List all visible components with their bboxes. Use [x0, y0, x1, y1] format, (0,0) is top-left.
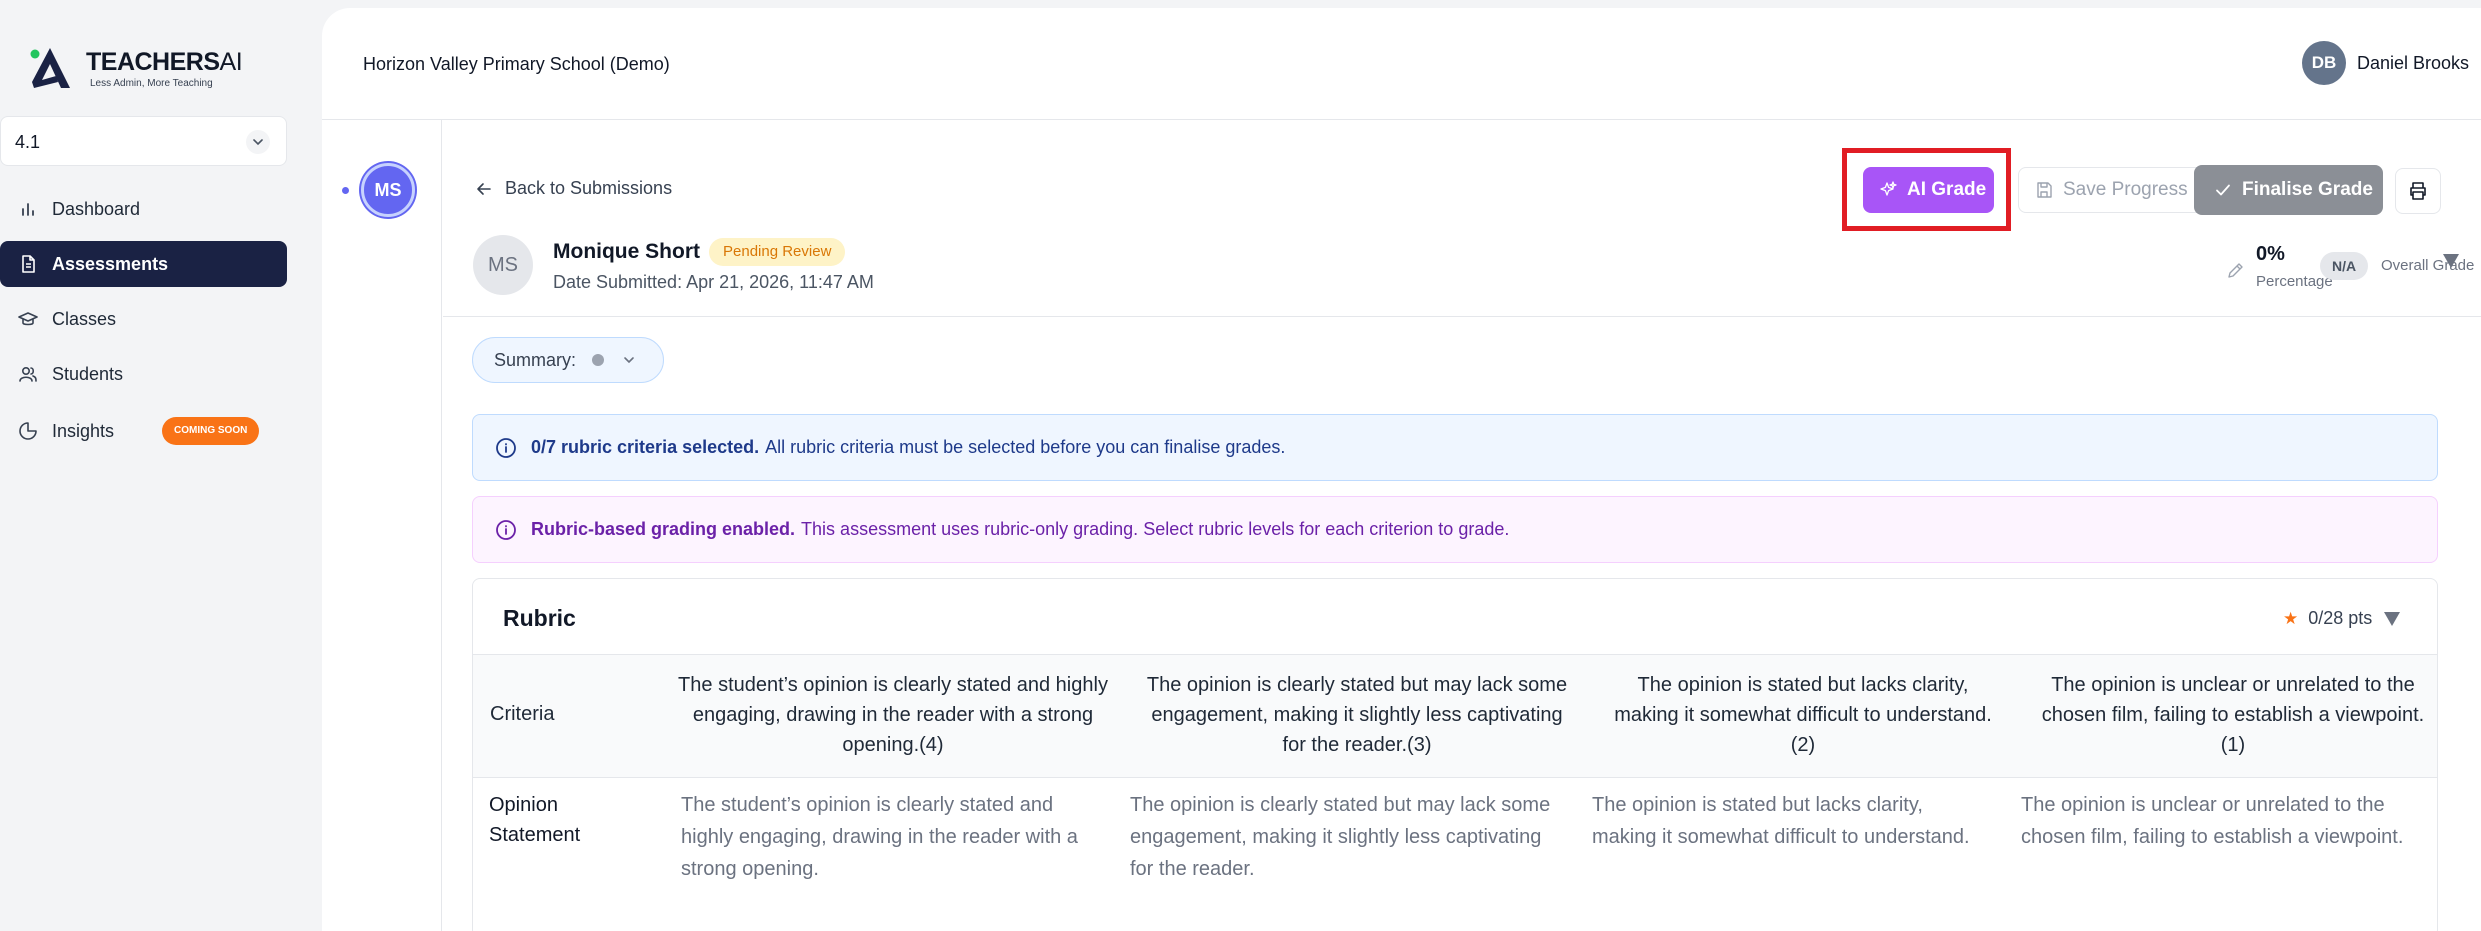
version-select[interactable]: 4.1 — [0, 116, 287, 166]
header-divider — [443, 316, 2481, 317]
info-icon — [496, 519, 516, 540]
status-badge: Pending Review — [709, 238, 846, 266]
main-panel: MS Back to Submissions AI Grade Save Pro… — [322, 120, 2481, 931]
student-avatar: MS — [473, 235, 533, 295]
user-name[interactable]: Daniel Brooks — [2357, 53, 2469, 74]
rubric-level-cell[interactable]: The opinion is stated but lacks clarity,… — [1592, 789, 1992, 853]
print-button[interactable] — [2395, 168, 2441, 214]
rubric-level-cell[interactable]: The opinion is unclear or unrelated to t… — [2021, 789, 2426, 853]
percentage-value: 0% — [2256, 243, 2285, 265]
sidebar-item-classes[interactable]: Classes — [0, 296, 287, 342]
rubric-title: Rubric — [503, 605, 576, 631]
graduation-cap-icon — [18, 312, 38, 326]
finalise-grade-button[interactable]: Finalise Grade — [2194, 165, 2383, 215]
coming-soon-badge: COMING SOON — [162, 417, 260, 445]
rubric-level-header: The opinion is unclear or unrelated to t… — [2041, 674, 2425, 756]
rubric-points: 0/28 pts — [2308, 608, 2373, 628]
rubric-alert-bold: Rubric-based grading enabled. — [531, 519, 796, 539]
rubric-level-header: The student’s opinion is clearly stated … — [678, 674, 1108, 756]
sidebar-item-label: Classes — [52, 309, 117, 329]
caret-down-icon[interactable] — [2443, 254, 2459, 268]
check-icon — [2216, 184, 2230, 196]
criteria-alert: 0/7 rubric criteria selected. All rubric… — [472, 414, 2438, 481]
printer-icon — [2410, 182, 2426, 200]
document-icon — [22, 255, 35, 273]
rubric-header-row: Criteria The student’s opinion is clearl… — [473, 654, 2437, 778]
submission-content: Back to Submissions AI Grade Save Progre… — [443, 120, 2481, 931]
school-name: Horizon Valley Primary School (Demo) — [363, 54, 670, 74]
teachers-ai-logo-icon — [30, 48, 70, 88]
floppy-disk-icon — [2037, 182, 2052, 198]
sidebar: TEACHERSAI Less Admin, More Teaching 4.1… — [0, 0, 322, 931]
overall-grade-label: Overall Grade — [2381, 257, 2475, 274]
rail-student-avatar[interactable]: MS — [361, 163, 415, 217]
rubric-level-cell[interactable]: The student’s opinion is clearly stated … — [681, 789, 1106, 885]
date-submitted: Date Submitted: Apr 21, 2026, 11:47 AM — [553, 272, 874, 292]
save-progress-label: Save Progress — [2063, 179, 2188, 200]
criterion-name: Opinion Statement — [489, 794, 581, 846]
caret-down-icon — [2384, 611, 2401, 626]
app-logo[interactable]: TEACHERSAI Less Admin, More Teaching — [26, 44, 266, 92]
summary-dropdown[interactable]: Summary: — [472, 337, 664, 383]
pie-chart-icon — [19, 422, 37, 440]
chevron-down-icon — [246, 130, 270, 154]
summary-status-dot — [592, 354, 605, 366]
rubric-alert-text: This assessment uses rubric-only grading… — [801, 519, 1510, 539]
ai-grade-button[interactable]: AI Grade — [1863, 167, 1994, 213]
back-to-submissions-link[interactable]: Back to Submissions — [475, 178, 672, 199]
sidebar-item-label: Insights — [52, 421, 115, 441]
sidebar-item-dashboard[interactable]: Dashboard — [0, 186, 287, 232]
rubric-level-header: The opinion is stated but lacks clarity,… — [1614, 674, 1992, 756]
sidebar-item-label: Students — [52, 364, 124, 384]
sidebar-item-insights[interactable]: Insights COMING SOON — [0, 408, 287, 454]
logo-title: TEACHERSAI — [86, 48, 243, 76]
rubric-panel: Rubric ★ 0/28 pts Criteria The student’s… — [472, 578, 2438, 931]
criteria-alert-text: All rubric criteria must be selected bef… — [765, 437, 1286, 457]
active-indicator — [342, 187, 349, 194]
summary-label: Summary: — [494, 349, 577, 370]
criteria-column-header: Criteria — [490, 703, 555, 725]
finalise-grade-label: Finalise Grade — [2242, 179, 2373, 200]
rubric-level-cell[interactable]: The opinion is clearly stated but may la… — [1130, 789, 1555, 885]
ai-grade-label: AI Grade — [1907, 179, 1987, 200]
criteria-alert-bold: 0/7 rubric criteria selected. — [531, 437, 760, 457]
bar-chart-icon — [22, 203, 34, 216]
student-rail: MS — [322, 120, 442, 931]
arrow-left-icon — [477, 182, 491, 195]
percentage-label: Percentage — [2256, 273, 2333, 290]
student-name: Monique Short — [553, 240, 700, 263]
back-label: Back to Submissions — [505, 178, 673, 198]
logo-tagline: Less Admin, More Teaching — [90, 78, 213, 89]
chevron-down-icon — [624, 357, 634, 364]
star-icon: ★ — [2283, 608, 2299, 628]
sidebar-item-label: Dashboard — [52, 199, 141, 219]
sidebar-item-assessments[interactable]: Assessments — [0, 241, 287, 287]
rubric-mode-alert: Rubric-based grading enabled. This asses… — [472, 496, 2438, 563]
sidebar-item-label: Assessments — [52, 254, 169, 274]
version-value: 4.1 — [15, 132, 41, 152]
overall-grade-value: N/A — [2320, 252, 2369, 280]
sidebar-item-students[interactable]: Students — [0, 351, 287, 397]
user-avatar[interactable]: DB — [2302, 41, 2346, 85]
top-header: Horizon Valley Primary School (Demo) DB … — [322, 8, 2481, 120]
save-progress-button[interactable]: Save Progress — [2018, 167, 2210, 213]
rubric-points-toggle[interactable]: ★ 0/28 pts — [2283, 608, 2401, 629]
sparkles-icon — [1880, 181, 1897, 196]
pencil-icon — [2228, 263, 2243, 278]
info-icon — [496, 437, 516, 458]
rubric-level-header: The opinion is clearly stated but may la… — [1146, 674, 1568, 756]
users-icon — [19, 366, 37, 382]
